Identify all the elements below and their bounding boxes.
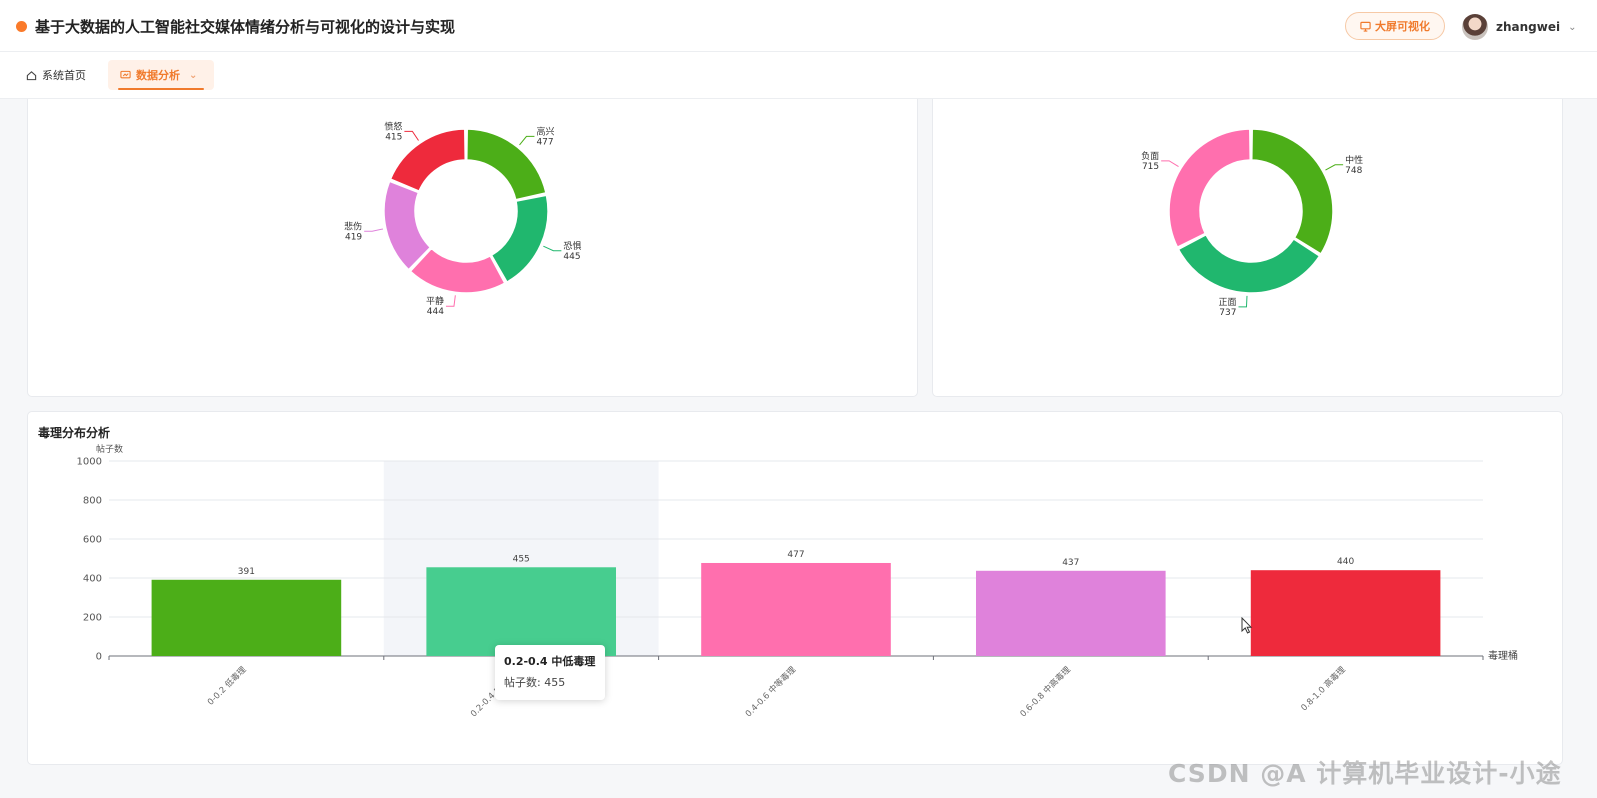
chart-tooltip: 0.2-0.4 中低毒理 帖子数: 455: [495, 645, 605, 700]
tooltip-value: 帖子数: 455: [504, 676, 566, 689]
sentiment-value-label: 748: [1345, 166, 1362, 176]
avatar: [1462, 14, 1488, 40]
chart-icon: [120, 70, 131, 78]
x-tick-label: 0.6-0.8 中高毒理: [1018, 664, 1073, 719]
toxicity-chart-card: 毒理分布分析 帖子数 0 200 400 600 800 1000 毒理桶 391 0-0.2 低…: [27, 411, 1563, 765]
mouse-cursor-icon: [1241, 617, 1253, 634]
sentiment-label: 中性: [1345, 154, 1363, 166]
bar-value-label: 477: [787, 550, 804, 560]
sentiment-slice[interactable]: [1251, 128, 1334, 255]
emotion-label: 愤怒: [384, 120, 402, 132]
y-tick-label: 400: [83, 574, 102, 585]
bar[interactable]: [426, 567, 617, 656]
nav-tabs: 系统首页 数据分析 ⌄: [0, 52, 1597, 99]
bar[interactable]: [701, 562, 891, 656]
bigscreen-label: 大屏可视化: [1375, 20, 1430, 33]
emotion-value-label: 444: [427, 307, 444, 317]
y-tick-label: 200: [83, 613, 102, 624]
emotion-label: 平静: [426, 295, 444, 307]
bar[interactable]: [1250, 570, 1441, 656]
emotion-label-line: [519, 135, 535, 146]
app-header: 基于大数据的人工智能社交媒体情绪分析与可视化的设计与实现 大屏可视化 zhang…: [0, 0, 1597, 52]
tab-analysis-label: 数据分析: [136, 69, 180, 82]
x-tick-label: 0.4-0.6 中等毒理: [743, 664, 798, 719]
bar[interactable]: [151, 579, 342, 656]
bar[interactable]: [975, 570, 1166, 656]
logo-dot-icon: [16, 21, 27, 32]
emotion-label-line: [404, 130, 419, 141]
tab-home[interactable]: 系统首页: [26, 60, 86, 90]
sentiment-chart-card: 中性 748 正面 737 负面 715: [932, 99, 1563, 397]
x-axis-label: 毒理桶: [1488, 649, 1518, 662]
bar-value-label: 455: [513, 554, 530, 564]
y-axis-label: 帖子数: [96, 443, 123, 455]
user-menu[interactable]: zhangwei ⌄: [1462, 13, 1577, 41]
tooltip-title: 0.2-0.4 中低毒理: [504, 655, 596, 668]
emotion-donut-chart: 高兴477 恐惧445 平静444 悲伤419 愤怒415: [344, 120, 581, 317]
sentiment-label: 负面: [1141, 150, 1159, 162]
sentiment-label-line: [1238, 295, 1248, 308]
emotion-label: 悲伤: [344, 220, 362, 232]
bar-value-label: 437: [1062, 558, 1079, 568]
sentiment-donut-chart: 中性748 正面737 负面715: [1141, 128, 1363, 318]
chart-title: 毒理分布分析: [38, 426, 111, 440]
emotion-value-label: 419: [345, 232, 362, 242]
emotion-value-label: 477: [536, 137, 553, 147]
sentiment-label-line: [1161, 160, 1179, 168]
emotion-label: 高兴: [536, 125, 554, 137]
chevron-down-icon: ⌄: [1568, 21, 1577, 33]
chevron-down-icon: ⌄: [189, 69, 198, 81]
y-tick-label: 1000: [77, 457, 102, 468]
sentiment-label: 正面: [1218, 297, 1236, 308]
bigscreen-button[interactable]: 大屏可视化: [1345, 12, 1445, 40]
emotion-value-label: 415: [385, 132, 402, 142]
sentiment-value-label: 737: [1219, 308, 1236, 318]
sentiment-slice[interactable]: [1168, 128, 1251, 249]
tab-home-label: 系统首页: [42, 69, 86, 82]
emotion-slice[interactable]: [466, 128, 547, 201]
emotion-value-label: 445: [563, 252, 580, 262]
active-tab-indicator: [118, 88, 204, 90]
sentiment-value-label: 715: [1142, 162, 1159, 172]
home-icon: [26, 70, 37, 80]
y-tick-label: 600: [83, 535, 102, 546]
emotion-label-line: [364, 228, 384, 232]
sentiment-label-line: [1325, 164, 1344, 171]
sentiment-slice[interactable]: [1177, 233, 1321, 294]
toxicity-bar-chart: 帖子数 0 200 400 600 800 1000 毒理桶 391 0-0.2 低毒理 455 0.…: [77, 443, 1518, 719]
bar-value-label: 391: [238, 567, 255, 577]
emotion-chart-card: 高兴 477 恐惧 445 平静 444 悲伤 419 愤怒 415: [27, 99, 918, 397]
emotion-label-line: [445, 295, 456, 307]
x-tick-label: 0.8-1.0 高毒理: [1299, 664, 1348, 713]
watermark: CSDN @A 计算机毕业设计-小途: [1168, 759, 1562, 788]
bar-value-label: 440: [1337, 557, 1354, 567]
tab-analysis[interactable]: 数据分析 ⌄: [108, 60, 214, 90]
app-title: 基于大数据的人工智能社交媒体情绪分析与可视化的设计与实现: [35, 18, 456, 36]
y-tick-label: 800: [83, 496, 102, 507]
emotion-label: 恐惧: [563, 240, 581, 252]
emotion-slice[interactable]: [490, 194, 549, 284]
x-tick-label: 0-0.2 低毒理: [205, 664, 249, 708]
monitor-icon: [1360, 21, 1371, 32]
y-tick-label: 0: [96, 652, 102, 663]
username: zhangwei: [1496, 20, 1561, 34]
emotion-label-line: [543, 245, 562, 252]
